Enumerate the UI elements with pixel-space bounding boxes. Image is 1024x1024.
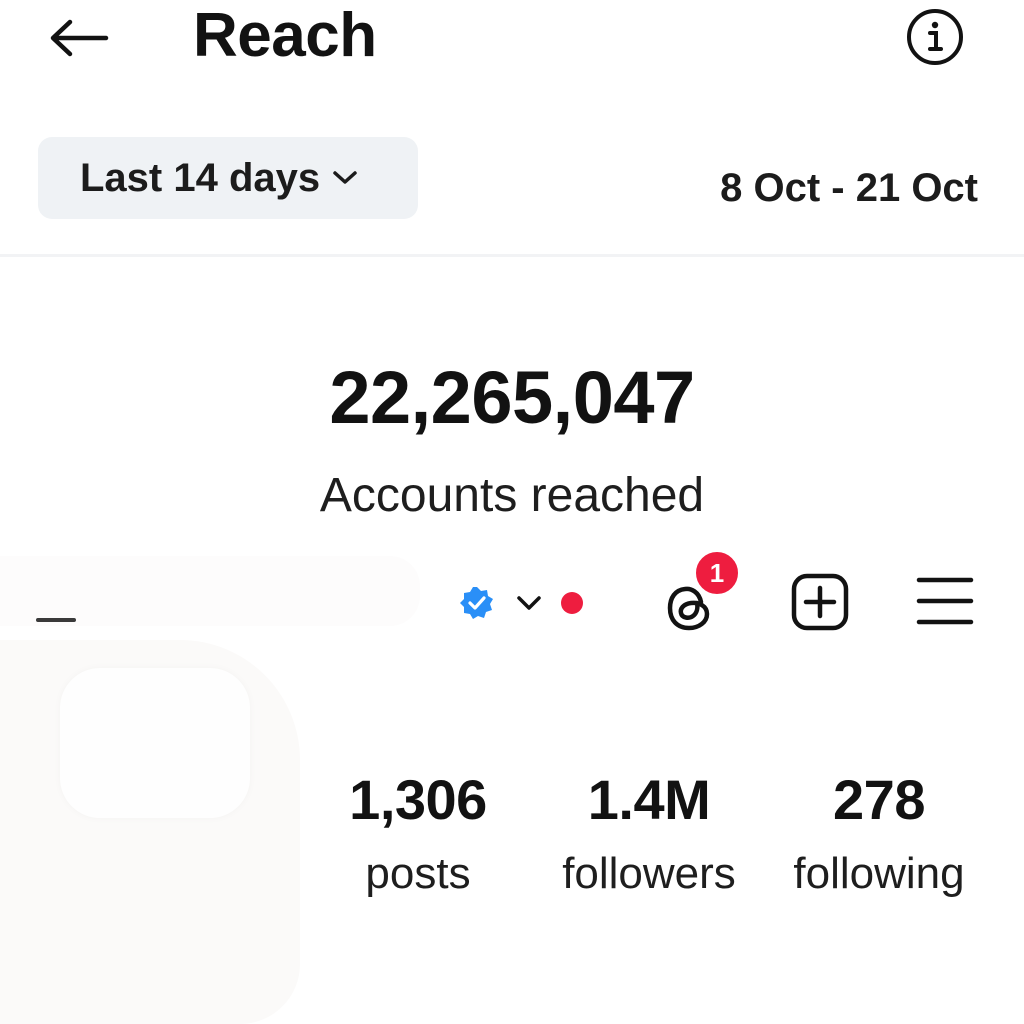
status-dot [561,592,583,614]
reach-insights-screen: Reach Last 14 days 8 Oct - 21 Oct 22,265… [0,0,1024,1024]
verified-badge-icon [460,587,493,619]
divider [0,254,1024,257]
username-fragment [36,618,76,622]
redacted-username [0,556,420,626]
date-range-text: 8 Oct - 21 Oct [720,166,978,210]
date-range-selected: Last 14 days [80,155,321,200]
posts-stat[interactable]: 1,306 posts [298,768,538,900]
following-count: 278 [833,768,925,831]
accounts-reached-label: Accounts reached [319,469,705,522]
arrow-left-icon [50,19,109,57]
following-stat[interactable]: 278 following [759,768,999,900]
accounts-reached-value: 22,265,047 [329,356,695,439]
posts-count: 1,306 [349,768,487,831]
hamburger-menu-icon[interactable] [916,572,974,630]
notification-badge: 1 [692,548,742,598]
account-switch-chevron-icon[interactable] [513,590,545,616]
followers-count: 1.4M [587,768,711,831]
chevron-down-icon [332,169,358,187]
followers-label: followers [562,849,736,898]
back-button[interactable] [44,12,112,64]
following-label: following [793,849,965,898]
info-button[interactable] [904,6,966,68]
page-title: Reach [193,1,377,70]
redacted-avatar [60,668,250,818]
add-post-icon[interactable] [790,572,850,632]
followers-stat[interactable]: 1.4M followers [529,768,769,900]
posts-label: posts [365,849,471,898]
date-range-dropdown[interactable]: Last 14 days [38,137,418,219]
info-circle-icon [907,9,963,65]
